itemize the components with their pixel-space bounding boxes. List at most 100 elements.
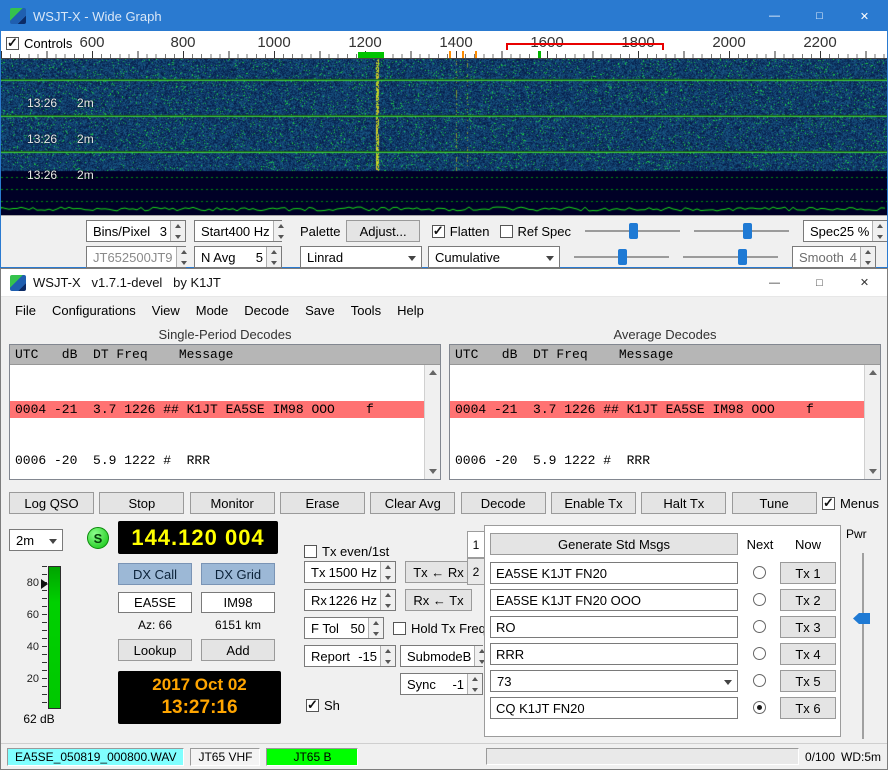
menu-decode[interactable]: Decode	[236, 299, 297, 322]
wide-graph-titlebar[interactable]: WSJT-X - Wide Graph — □ ✕	[1, 1, 887, 31]
tx1-next-radio[interactable]	[753, 566, 766, 579]
bins-per-pixel-spinner[interactable]: Bins/Pixel 3	[86, 220, 186, 242]
stop-button[interactable]: Stop	[99, 492, 184, 514]
enable-tx-button[interactable]: Enable Tx	[551, 492, 636, 514]
spin-up-button[interactable]	[381, 562, 395, 572]
minimize-button[interactable]: —	[752, 1, 797, 31]
spin-down-button[interactable]	[381, 600, 395, 610]
tx-equals-rx-button[interactable]: Tx ← Rx	[405, 561, 472, 583]
tx2-now-button[interactable]: Tx 2	[780, 589, 836, 611]
frequency-ruler[interactable]: Controls 600 800 1000 1200 1400 1600 180…	[1, 31, 887, 59]
spin-up-button[interactable]	[369, 618, 383, 628]
decode-row[interactable]: 0006 -20 5.9 1222 # RRR	[10, 452, 424, 469]
band-select[interactable]: 2m	[9, 529, 63, 551]
spin-down-button[interactable]	[369, 628, 383, 638]
tab-1[interactable]: 1	[467, 531, 485, 558]
scrollbar[interactable]	[864, 365, 880, 479]
tx5-next-radio[interactable]	[753, 674, 766, 687]
menu-view[interactable]: View	[144, 299, 188, 322]
log-qso-button[interactable]: Log QSO	[9, 492, 94, 514]
tx1-message-field[interactable]: EA5SE K1JT FN20	[490, 562, 738, 584]
tx4-next-radio[interactable]	[753, 647, 766, 660]
tab-2[interactable]: 2	[467, 558, 485, 585]
spin-up-button[interactable]	[381, 646, 395, 656]
decode-list[interactable]: 0004 -21 3.7 1226 ## K1JT EA5SE IM98 OOO…	[10, 365, 424, 479]
tx6-now-button[interactable]: Tx 6	[780, 697, 836, 719]
halt-tx-button[interactable]: Halt Tx	[641, 492, 726, 514]
spectrum-zero-slider[interactable]	[683, 247, 778, 267]
spin-down-button[interactable]	[267, 257, 281, 267]
tx-frequency-spinner[interactable]: Tx 1500 Hz	[304, 561, 396, 583]
smooth-spinner[interactable]: Smooth 4	[792, 246, 876, 268]
main-titlebar[interactable]: WSJT-X v1.7.1-devel by K1JT — □ ✕	[1, 269, 887, 297]
close-button[interactable]: ✕	[842, 1, 887, 31]
sync-spinner[interactable]: Sync -1	[400, 673, 483, 695]
controls-checkbox[interactable]: Controls	[6, 36, 80, 51]
scrollbar[interactable]	[424, 365, 440, 479]
menu-file[interactable]: File	[7, 299, 44, 322]
spin-down-button[interactable]	[861, 257, 875, 267]
spectrum-gain-slider[interactable]	[574, 247, 669, 267]
hold-tx-freq-checkbox[interactable]: Hold Tx Freq	[393, 621, 486, 636]
n-avg-spinner[interactable]: N Avg 5	[194, 246, 282, 268]
dx-grid-button[interactable]: DX Grid	[201, 563, 275, 585]
tune-button[interactable]: Tune	[732, 492, 817, 514]
spin-up-button[interactable]	[171, 221, 185, 231]
tx3-now-button[interactable]: Tx 3	[780, 616, 836, 638]
tx6-next-radio[interactable]	[753, 701, 766, 714]
spin-up-button[interactable]	[274, 221, 288, 231]
menu-tools[interactable]: Tools	[343, 299, 389, 322]
tx2-next-radio[interactable]	[753, 593, 766, 606]
lookup-button[interactable]: Lookup	[118, 639, 192, 661]
clear-avg-button[interactable]: Clear Avg	[370, 492, 455, 514]
spin-down-button[interactable]	[381, 572, 395, 582]
close-button[interactable]: ✕	[842, 269, 887, 296]
palette-select[interactable]: Linrad	[300, 246, 422, 268]
spin-down-button[interactable]	[274, 231, 288, 241]
add-button[interactable]: Add	[201, 639, 275, 661]
decode-list[interactable]: 0004 -21 3.7 1226 ## K1JT EA5SE IM98 OOO…	[450, 365, 864, 479]
menus-checkbox[interactable]: Menus	[822, 496, 879, 511]
menu-configurations[interactable]: Configurations	[44, 299, 144, 322]
tx1-now-button[interactable]: Tx 1	[780, 562, 836, 584]
waterfall-zero-slider[interactable]	[694, 221, 789, 241]
start-frequency-spinner[interactable]: Start 400 Hz	[194, 220, 282, 242]
slider-thumb[interactable]	[629, 223, 638, 239]
tx3-message-field[interactable]: RO	[490, 616, 738, 638]
rx-frequency-spinner[interactable]: Rx 1226 Hz	[304, 589, 396, 611]
spin-up-button[interactable]	[873, 221, 887, 231]
flatten-checkbox[interactable]: Flatten	[432, 224, 490, 239]
maximize-button[interactable]: □	[797, 1, 842, 31]
decode-row[interactable]: 0006 -20 5.9 1222 # RRR	[450, 452, 864, 469]
tx5-message-select[interactable]: 73	[490, 670, 738, 692]
tx6-message-field[interactable]: CQ K1JT FN20	[490, 697, 738, 719]
tx5-now-button[interactable]: Tx 5	[780, 670, 836, 692]
dx-call-field[interactable]: EA5SE	[118, 592, 192, 613]
scroll-down-icon[interactable]	[865, 464, 880, 479]
generate-std-msgs-button[interactable]: Generate Std Msgs	[490, 533, 738, 555]
report-spinner[interactable]: Report -15	[304, 645, 396, 667]
tx2-message-field[interactable]: EA5SE K1JT FN20 OOO	[490, 589, 738, 611]
rx-equals-tx-button[interactable]: Rx ← Tx	[405, 589, 472, 611]
tx4-now-button[interactable]: Tx 4	[780, 643, 836, 665]
waterfall-display[interactable]	[1, 59, 887, 215]
slider-thumb[interactable]	[738, 249, 747, 265]
waterfall-gain-slider[interactable]	[585, 221, 680, 241]
pwr-slider-thumb[interactable]	[853, 613, 870, 624]
scroll-up-icon[interactable]	[865, 365, 880, 380]
decode-row[interactable]: 0004 -21 3.7 1226 ## K1JT EA5SE IM98 OOO…	[450, 401, 864, 418]
spin-up-button[interactable]	[381, 590, 395, 600]
f-tol-spinner[interactable]: F Tol 50	[304, 617, 384, 639]
menu-help[interactable]: Help	[389, 299, 432, 322]
spin-down-button[interactable]	[873, 231, 887, 241]
spin-up-button[interactable]	[468, 674, 482, 684]
minimize-button[interactable]: —	[752, 269, 797, 296]
adjust-palette-button[interactable]: Adjust...	[346, 220, 419, 242]
slider-thumb[interactable]	[618, 249, 627, 265]
spin-down-button[interactable]	[381, 656, 395, 666]
spectrum-type-select[interactable]: Cumulative	[428, 246, 560, 268]
decode-row[interactable]: 0004 -21 3.7 1226 ## K1JT EA5SE IM98 OOO…	[10, 401, 424, 418]
spin-down-button[interactable]	[468, 684, 482, 694]
tx3-next-radio[interactable]	[753, 620, 766, 633]
spin-down-button[interactable]	[171, 231, 185, 241]
